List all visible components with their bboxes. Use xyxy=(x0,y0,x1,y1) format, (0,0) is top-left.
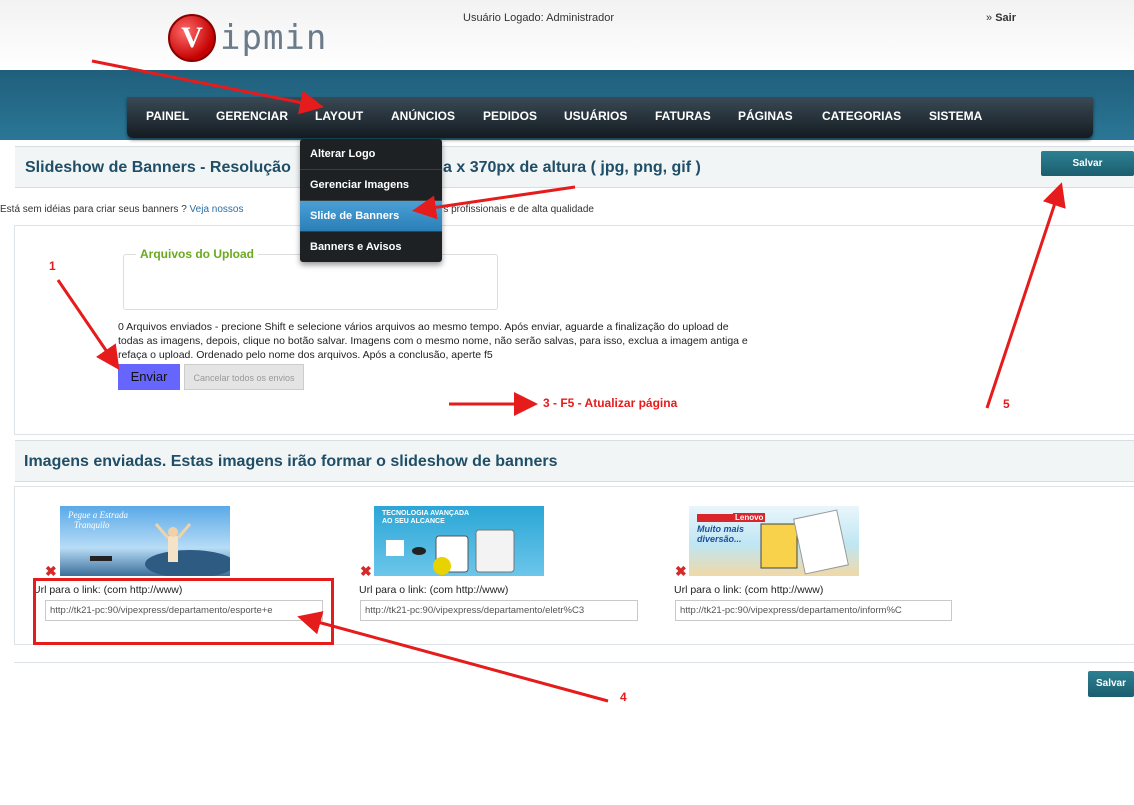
annotation-1: 1 xyxy=(49,259,56,273)
nav-usuarios[interactable]: USUÁRIOS xyxy=(564,109,627,123)
nav-gerenciar[interactable]: GERENCIAR xyxy=(216,109,288,123)
images-title: Imagens enviadas. Estas imagens irão for… xyxy=(24,453,558,470)
highlight-box xyxy=(33,578,334,645)
logo-mark: V xyxy=(168,14,216,62)
banner-thumbnail-1: Pegue a Estrada Tranquilo xyxy=(60,506,230,576)
nav-layout[interactable]: LAYOUT xyxy=(315,109,363,123)
logout-label: Sair xyxy=(995,12,1016,24)
hint-link[interactable]: Veja nossos xyxy=(190,204,244,215)
nav-painel[interactable]: PAINEL xyxy=(146,109,189,123)
save-button-bottom[interactable]: Salvar xyxy=(1088,671,1134,697)
banner-1-title: Pegue a Estrada xyxy=(68,510,128,520)
nav-paginas[interactable]: PÁGINAS xyxy=(738,109,793,123)
nav-pedidos[interactable]: PEDIDOS xyxy=(483,109,537,123)
logout-prefix: » xyxy=(986,12,993,24)
annotation-4: 4 xyxy=(620,690,627,704)
menu-item-banners-e-avisos[interactable]: Banners e Avisos xyxy=(300,232,442,262)
nav-anuncios[interactable]: ANÚNCIOS xyxy=(391,109,455,123)
banner-thumbnail-3: Lenovo Muito mais diversão... xyxy=(689,506,859,576)
delete-icon[interactable]: ✖ xyxy=(675,564,687,578)
images-header: Imagens enviadas. Estas imagens irão for… xyxy=(15,440,1134,482)
upload-info: 0 Arquivos enviados - precione Shift e s… xyxy=(118,321,748,361)
banner-2-subtitle: AO SEU ALCANCE xyxy=(382,518,445,525)
nav-sistema[interactable]: SISTEMA xyxy=(929,109,982,123)
logout-link[interactable]: » Sair xyxy=(986,12,1016,24)
url-label-2: Url para o link: (com http://www) xyxy=(359,584,509,596)
slideshow-title: Slideshow de Banners - Resolução xyxy=(25,159,291,176)
nav-faturas[interactable]: FATURAS xyxy=(655,109,711,123)
url-input-2[interactable] xyxy=(360,600,638,621)
hint-rest: rs profissionais e de alta qualidade xyxy=(440,204,594,215)
header-bar: V ipmin Usuário Logado: Administrador » … xyxy=(0,0,1134,70)
logo-text: ipmin xyxy=(220,18,328,58)
url-label-3: Url para o link: (com http://www) xyxy=(674,584,824,596)
delete-icon[interactable]: ✖ xyxy=(360,564,372,578)
save-button-top[interactable]: Salvar xyxy=(1041,151,1134,176)
hint-text: Está sem idéias para criar seus banners … xyxy=(0,204,187,215)
menu-item-gerenciar-imagens[interactable]: Gerenciar Imagens xyxy=(300,170,442,201)
menu-item-alterar-logo[interactable]: Alterar Logo xyxy=(300,139,442,170)
annotation-3: 3 - F5 - Atualizar página xyxy=(543,396,678,410)
banner-3-subtitle: diversão... xyxy=(697,534,742,544)
divider xyxy=(14,662,1134,663)
banner-3-brand: Lenovo xyxy=(733,513,766,522)
send-button[interactable]: Enviar xyxy=(118,364,180,390)
upload-fieldset: Arquivos do Upload xyxy=(123,247,498,310)
logged-user-label: Usuário Logado: Administrador xyxy=(463,12,615,24)
main-nav: PAINEL GERENCIAR LAYOUT ANÚNCIOS PEDIDOS… xyxy=(127,97,1093,138)
banner-1-subtitle: Tranquilo xyxy=(74,520,110,530)
banner-hint: Está sem idéias para criar seus banners … xyxy=(0,204,594,215)
cancel-all-button[interactable]: Cancelar todos os envios xyxy=(184,364,304,390)
banner-2-title: TECNOLOGIA AVANÇADA xyxy=(382,510,470,517)
url-input-3[interactable] xyxy=(675,600,952,621)
logo[interactable]: V ipmin xyxy=(168,14,327,62)
annotation-5: 5 xyxy=(1003,397,1010,411)
menu-item-slide-de-banners[interactable]: Slide de Banners xyxy=(300,201,442,232)
slideshow-title-rest: a x 370px de altura ( jpg, png, gif ) xyxy=(443,159,701,176)
delete-icon[interactable]: ✖ xyxy=(45,564,57,578)
slideshow-header: Slideshow de Banners - Resolução a x 370… xyxy=(15,146,1134,188)
banner-thumbnail-2: TECNOLOGIA AVANÇADA AO SEU ALCANCE xyxy=(374,506,544,576)
layout-dropdown: Alterar Logo Gerenciar Imagens Slide de … xyxy=(300,139,442,262)
banner-3-title: Muito mais xyxy=(697,524,745,534)
upload-legend: Arquivos do Upload xyxy=(136,247,258,261)
nav-categorias[interactable]: CATEGORIAS xyxy=(822,109,901,123)
